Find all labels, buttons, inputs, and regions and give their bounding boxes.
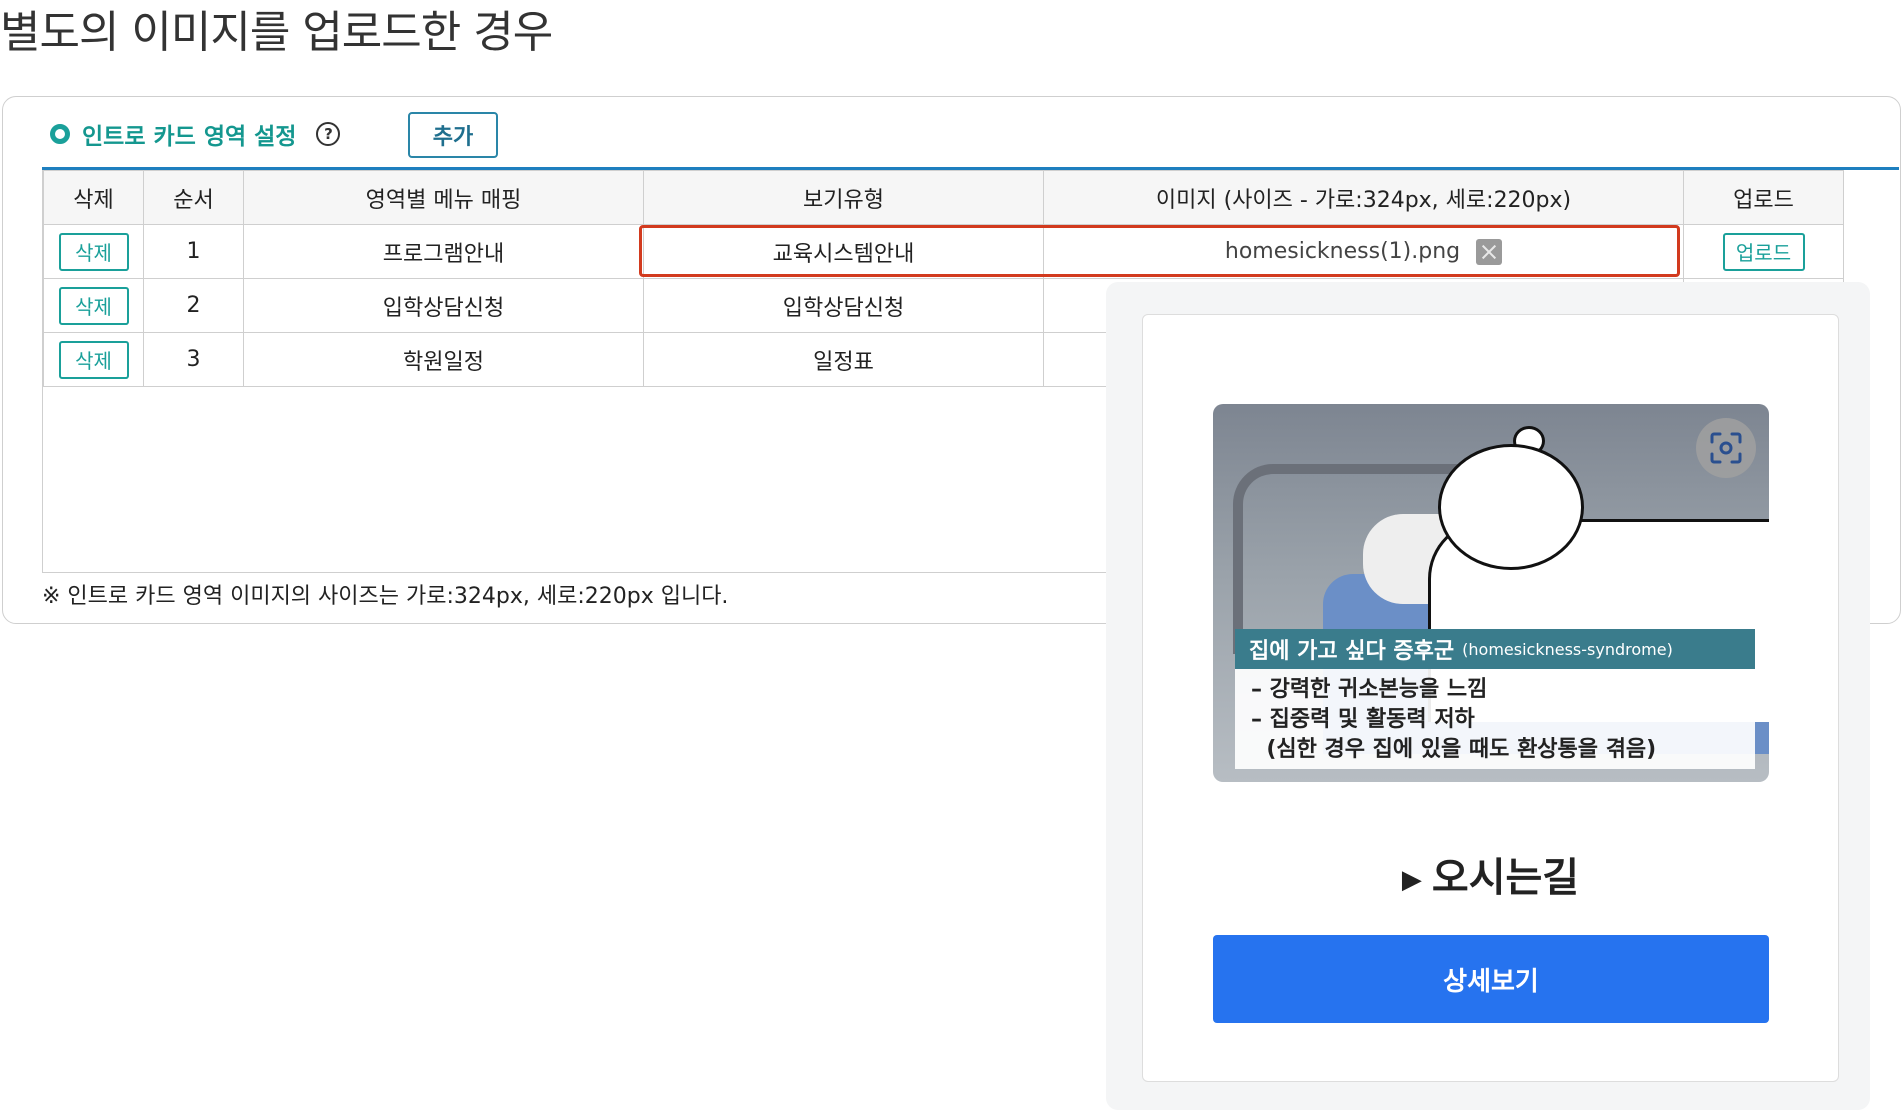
image-file-name: homesickness(1).png xyxy=(1224,238,1461,264)
size-note: ※ 인트로 카드 영역 이미지의 사이즈는 가로:324px, 세로:220px… xyxy=(42,584,729,609)
lens-icon[interactable] xyxy=(1696,418,1756,478)
remove-file-icon[interactable] xyxy=(1476,238,1503,265)
header-menu-mapping: 영역별 메뉴 매핑 xyxy=(243,170,644,225)
view-type-cell: 일정표 xyxy=(643,332,1044,387)
caption-subtitle: (homesickness-syndrome) xyxy=(1462,639,1673,659)
menu-cell: 프로그램안내 xyxy=(243,224,644,279)
header-image: 이미지 (사이즈 - 가로:324px, 세로:220px) xyxy=(1043,170,1684,225)
delete-button[interactable]: 삭제 xyxy=(58,286,129,325)
add-button[interactable]: 추가 xyxy=(408,112,498,158)
help-icon[interactable]: ? xyxy=(316,122,341,146)
bullet-icon xyxy=(50,124,70,144)
bear-head-shape xyxy=(1438,444,1584,570)
order-cell: 1 xyxy=(143,224,244,279)
header-order: 순서 xyxy=(143,170,244,225)
header-upload: 업로드 xyxy=(1683,170,1844,225)
image-caption-lines: – 강력한 귀소본능을 느낌 – 집중력 및 활동력 저하 (심한 경우 집에 … xyxy=(1235,669,1755,769)
image-caption-title: 집에 가고 싶다 증후군 (homesickness-syndrome) xyxy=(1235,629,1755,669)
header-delete: 삭제 xyxy=(43,170,144,225)
delete-button[interactable]: 삭제 xyxy=(58,232,129,271)
view-type-cell: 입학상담신청 xyxy=(643,278,1044,333)
section-header: 인트로 카드 영역 설정 ? xyxy=(50,116,341,152)
order-cell: 2 xyxy=(143,278,244,333)
header-view-type: 보기유형 xyxy=(643,170,1044,225)
image-cell: homesickness(1).png xyxy=(1043,224,1684,279)
caret-right-icon: ▶ xyxy=(1401,865,1422,895)
table-header-row: 삭제 순서 영역별 메뉴 매핑 보기유형 이미지 (사이즈 - 가로:324px… xyxy=(43,170,1844,225)
order-cell: 3 xyxy=(143,332,244,387)
view-type-cell: 교육시스템안내 xyxy=(643,224,1044,279)
preview-title-text: 오시는길 xyxy=(1431,855,1580,901)
menu-cell: 학원일정 xyxy=(243,332,644,387)
table-row: 삭제 1 프로그램안내 교육시스템안내 homesickness(1).png … xyxy=(43,224,1844,279)
section-title: 인트로 카드 영역 설정 xyxy=(82,124,297,150)
upload-button[interactable]: 업로드 xyxy=(1722,232,1805,271)
preview-title: ▶ 오시는길 xyxy=(1142,845,1839,903)
menu-cell: 입학상담신청 xyxy=(243,278,644,333)
delete-button[interactable]: 삭제 xyxy=(58,340,129,379)
preview-image: 집에 가고 싶다 증후군 (homesickness-syndrome) – 강력… xyxy=(1213,404,1769,782)
detail-button[interactable]: 상세보기 xyxy=(1213,935,1769,1023)
page-title: 별도의 이미지를 업로드한 경우 xyxy=(0,7,553,58)
caption-title: 집에 가고 싶다 증후군 xyxy=(1249,639,1455,664)
